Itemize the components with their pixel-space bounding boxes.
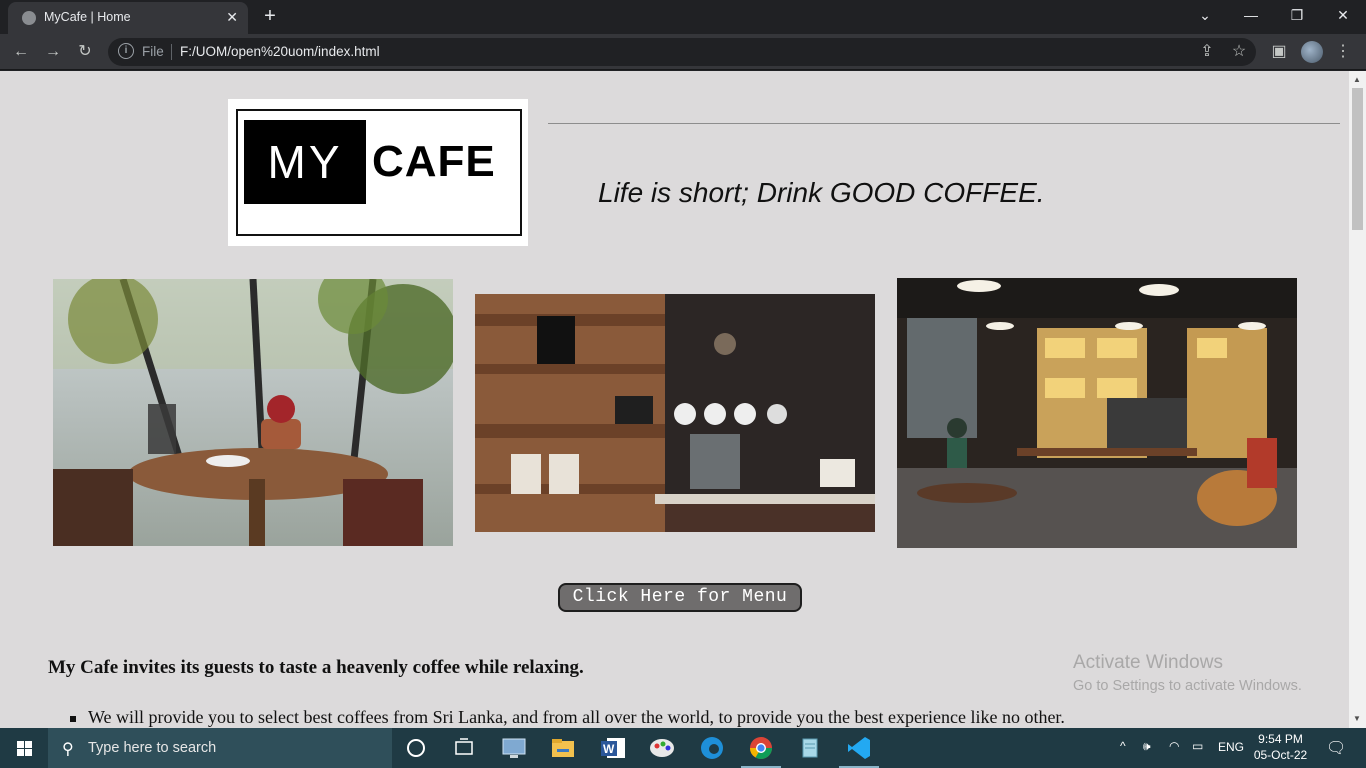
tab-strip: MyCafe | Home ✕ + ⌄ — ❐ ✕ <box>0 0 1366 34</box>
tab-title: MyCafe | Home <box>44 10 131 24</box>
menu-kebab-icon[interactable]: ⋮ <box>1332 41 1354 63</box>
svg-text:W: W <box>603 742 615 756</box>
cafe-photo-table <box>53 279 453 546</box>
tab-search-button[interactable]: ⌄ <box>1182 0 1228 32</box>
scheme-label: File <box>142 44 164 59</box>
scroll-thumb[interactable] <box>1352 88 1363 230</box>
vscode-icon[interactable] <box>839 734 879 768</box>
features-list: We will provide you to select best coffe… <box>70 707 1065 728</box>
watermark-subtitle: Go to Settings to activate Windows. <box>1073 678 1302 694</box>
info-icon[interactable]: i <box>118 43 134 59</box>
search-placeholder: Type here to search <box>88 740 217 756</box>
menu-button[interactable]: Click Here for Menu <box>558 583 802 612</box>
cafe-logo: MY CAFE <box>228 99 528 246</box>
edge-icon[interactable] <box>698 734 726 762</box>
profile-avatar[interactable] <box>1301 41 1323 63</box>
remote-desktop-icon[interactable] <box>500 734 528 762</box>
minimize-button[interactable]: — <box>1228 0 1274 32</box>
windows-logo-icon <box>17 741 32 756</box>
scroll-up-icon[interactable]: ▲ <box>1353 75 1361 84</box>
close-icon[interactable]: ✕ <box>226 9 238 26</box>
word-icon[interactable]: W <box>599 734 627 762</box>
divider <box>171 44 172 60</box>
side-panel-icon[interactable]: ▣ <box>1268 41 1290 63</box>
taskbar-search-input[interactable]: ⚲ Type here to search <box>48 728 392 768</box>
system-clock[interactable]: 9:54 PM 05-Oct-22 <box>1253 731 1308 763</box>
vertical-scrollbar[interactable]: ▲ ▼ <box>1349 71 1366 728</box>
notepad-icon[interactable] <box>796 734 824 762</box>
paint-icon[interactable] <box>648 734 676 762</box>
tagline: Life is short; Drink GOOD COFFEE. <box>598 177 1045 208</box>
intro-heading: My Cafe invites its guests to taste a he… <box>48 657 584 678</box>
reload-button[interactable]: ↻ <box>74 41 96 63</box>
browser-toolbar: ← → ↻ i File F:/UOM/open%20uom/index.htm… <box>0 34 1366 70</box>
logo-my: MY <box>244 120 366 204</box>
share-icon[interactable]: ⇪ <box>1196 41 1218 63</box>
notifications-icon[interactable]: 🗨 <box>1326 738 1346 768</box>
back-button[interactable]: ← <box>10 41 32 63</box>
close-window-button[interactable]: ✕ <box>1320 0 1366 32</box>
bookmark-star-icon[interactable]: ☆ <box>1228 41 1250 63</box>
restore-button[interactable]: ❐ <box>1274 0 1320 32</box>
language-indicator[interactable]: ENG <box>1218 740 1244 768</box>
task-view-icon[interactable] <box>450 734 478 762</box>
globe-icon <box>22 11 36 25</box>
activation-watermark: Activate Windows Go to Settings to activ… <box>1073 652 1302 694</box>
search-icon: ⚲ <box>62 741 74 758</box>
page-content: MY CAFE Life is short; Drink GOOD COFFEE… <box>0 71 1349 728</box>
watermark-title: Activate Windows <box>1073 652 1223 673</box>
taskbar: ⚲ Type here to search W ^ 🕪 ◠ ▭ ENG 9:54… <box>0 728 1366 768</box>
clock-time: 9:54 PM <box>1258 732 1303 746</box>
logo-cafe: CAFE <box>372 137 496 186</box>
cafe-photo-interior <box>897 278 1297 548</box>
forward-button[interactable]: → <box>42 41 64 63</box>
cortana-icon[interactable] <box>402 734 430 762</box>
list-item: We will provide you to select best coffe… <box>70 707 1065 727</box>
address-bar[interactable]: i File F:/UOM/open%20uom/index.html ⇪ ☆ <box>108 38 1256 66</box>
scroll-down-icon[interactable]: ▼ <box>1353 714 1361 723</box>
clock-date: 05-Oct-22 <box>1253 748 1308 762</box>
cafe-photo-counter <box>475 294 875 532</box>
url-text[interactable]: F:/UOM/open%20uom/index.html <box>180 44 380 59</box>
volume-icon[interactable]: 🕪 <box>1143 739 1151 768</box>
chrome-icon[interactable] <box>741 734 781 768</box>
tab-mycafe[interactable]: MyCafe | Home ✕ <box>8 2 248 34</box>
new-tab-button[interactable]: + <box>258 4 282 28</box>
wifi-icon[interactable]: ◠ <box>1169 739 1179 768</box>
start-button[interactable] <box>0 728 48 768</box>
file-explorer-icon[interactable] <box>549 734 577 762</box>
header-rule <box>548 123 1340 124</box>
battery-icon[interactable]: ▭ <box>1192 739 1203 768</box>
show-hidden-icons-chevron-icon[interactable]: ^ <box>1120 739 1126 768</box>
